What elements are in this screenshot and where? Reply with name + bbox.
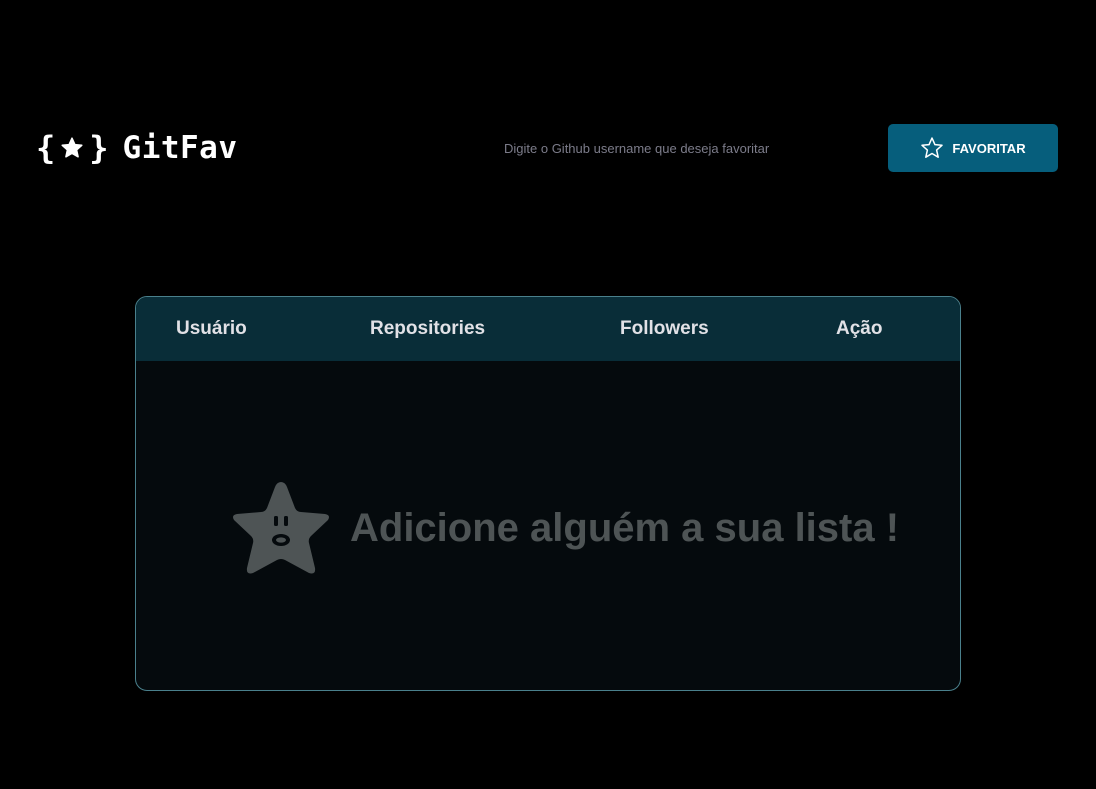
favorites-table: Usuário Repositories Followers Ação Adic…	[135, 296, 961, 691]
star-outline-icon	[920, 136, 944, 160]
username-search-input[interactable]	[490, 124, 874, 172]
logo-brace-close: }	[89, 129, 109, 167]
favorite-button[interactable]: FAVORITAR	[888, 124, 1058, 172]
column-header-user: Usuário	[176, 318, 247, 339]
empty-state: Adicione alguém a sua lista !	[136, 361, 960, 690]
logo-brace-open: {	[36, 129, 56, 167]
surprised-star-icon	[233, 482, 329, 574]
logo-text: GitFav	[122, 130, 238, 166]
table-header: Usuário Repositories Followers Ação	[136, 297, 960, 361]
column-header-action: Ação	[836, 318, 883, 339]
favorite-button-label: FAVORITAR	[952, 140, 1026, 156]
empty-state-message: Adicione alguém a sua lista !	[350, 506, 900, 550]
star-icon	[59, 135, 85, 161]
app-header: { } GitFav FAVORITAR	[0, 0, 1096, 240]
column-header-repositories: Repositories	[370, 318, 486, 339]
logo: { } GitFav	[36, 130, 238, 166]
column-header-followers: Followers	[620, 318, 709, 339]
